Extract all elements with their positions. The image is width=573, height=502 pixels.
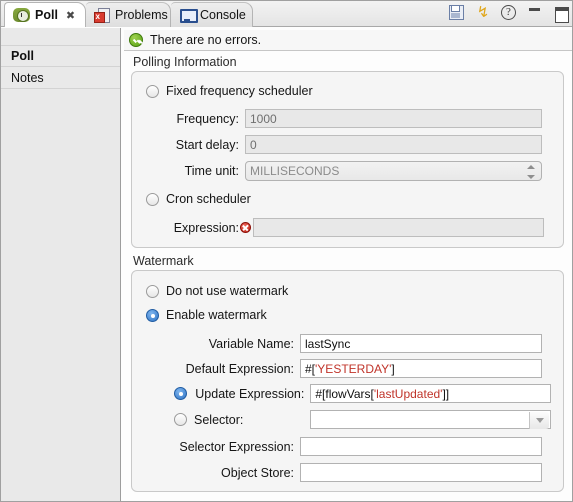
tab-console-label: Console xyxy=(200,8,246,22)
selector-label: Selector: xyxy=(194,412,244,427)
radio-indicator xyxy=(146,308,159,322)
selector-expression-row: Selector Expression: xyxy=(146,437,551,456)
time-unit-select[interactable]: MILLISECONDS xyxy=(245,161,542,181)
enable-watermark-radio[interactable]: Enable watermark xyxy=(146,308,267,322)
variable-name-label: Variable Name: xyxy=(208,336,294,351)
frequency-label: Frequency: xyxy=(176,111,239,126)
polling-information-group: Polling Information Fixed frequency sche… xyxy=(131,55,564,248)
clock-icon xyxy=(13,8,30,22)
minimize-button[interactable] xyxy=(526,4,544,22)
tab-poll-label: Poll xyxy=(35,8,58,22)
maximize-button[interactable] xyxy=(552,4,570,23)
radio-indicator xyxy=(146,284,159,298)
frequency-input[interactable]: 1000 xyxy=(245,109,542,128)
expr-suffix: ] xyxy=(391,361,395,376)
cron-scheduler-radio[interactable]: Cron scheduler xyxy=(146,192,251,206)
tab-console[interactable]: Console xyxy=(171,2,253,27)
radio-indicator xyxy=(146,192,159,206)
default-expression-input[interactable]: #['YESTERDAY'] xyxy=(300,359,542,378)
expr-string: 'lastUpdated' xyxy=(373,386,443,401)
expr-prefix: #[ xyxy=(305,361,316,376)
polling-information-title: Polling Information xyxy=(133,55,237,69)
status-message: There are no errors. xyxy=(150,33,262,47)
save-button[interactable] xyxy=(448,4,466,22)
selector-expression-label: Selector Expression: xyxy=(179,439,294,454)
poll-configuration-window: Poll ✖ x Problems Console ↯ ? Poll Notes xyxy=(0,0,573,502)
synchronize-icon[interactable]: ↯ xyxy=(474,4,492,22)
error-decorator-icon xyxy=(240,222,251,233)
default-expression-label: Default Expression: xyxy=(185,361,294,376)
selector-radio[interactable] xyxy=(174,413,187,426)
selector-expression-input[interactable] xyxy=(300,437,542,456)
console-icon xyxy=(179,7,198,23)
sidebar-item-label: Notes xyxy=(11,70,44,85)
variable-name-row: Variable Name: lastSync xyxy=(146,334,551,353)
watermark-group: Watermark Do not use watermark Enable wa… xyxy=(131,254,564,492)
sidebar-item-label: Poll xyxy=(11,49,34,63)
status-bar: There are no errors. xyxy=(124,30,572,51)
sidebar-item-notes[interactable]: Notes xyxy=(1,67,120,89)
radio-indicator xyxy=(146,84,159,98)
close-icon[interactable]: ✖ xyxy=(66,9,75,22)
tab-problems[interactable]: x Problems xyxy=(86,2,171,27)
watermark-title: Watermark xyxy=(133,254,194,268)
update-expression-input[interactable]: #[flowVars['lastUpdated']] xyxy=(310,384,551,403)
fixed-frequency-scheduler-label: Fixed frequency scheduler xyxy=(166,84,313,98)
expr-prefix: #[flowVars[ xyxy=(315,386,374,401)
start-delay-input[interactable]: 0 xyxy=(245,135,542,154)
main-panel: There are no errors. Polling Information… xyxy=(122,28,572,501)
update-expression-row: Update Expression: #[flowVars['lastUpdat… xyxy=(146,384,551,403)
problems-icon: x xyxy=(94,7,110,23)
selector-select[interactable] xyxy=(310,410,551,429)
selector-row: Selector: xyxy=(146,410,551,429)
cron-scheduler-label: Cron scheduler xyxy=(166,192,251,206)
do-not-use-watermark-label: Do not use watermark xyxy=(166,284,289,298)
update-expression-label: Update Expression: xyxy=(195,386,305,401)
start-delay-row: Start delay: 0 xyxy=(146,135,551,154)
object-store-row: Object Store: xyxy=(146,463,551,482)
object-store-label: Object Store: xyxy=(221,465,294,480)
tab-problems-label: Problems xyxy=(115,8,168,22)
do-not-use-watermark-radio[interactable]: Do not use watermark xyxy=(146,284,288,298)
expr-string: 'YESTERDAY' xyxy=(315,361,392,376)
cron-expression-label: Expression: xyxy=(173,220,239,235)
tab-bar: Poll ✖ x Problems Console ↯ ? xyxy=(1,1,572,27)
variable-name-input[interactable]: lastSync xyxy=(300,334,542,353)
tab-poll[interactable]: Poll ✖ xyxy=(4,2,86,27)
frequency-row: Frequency: 1000 xyxy=(146,109,551,128)
view-toolbar: ↯ ? xyxy=(448,4,570,23)
stepper-icon xyxy=(526,165,535,179)
cron-expression-row: Expression: xyxy=(146,218,551,237)
cron-expression-input[interactable] xyxy=(253,218,544,237)
time-unit-row: Time unit: MILLISECONDS xyxy=(146,161,551,181)
sidebar: Poll Notes xyxy=(1,28,121,501)
time-unit-value: MILLISECONDS xyxy=(250,164,340,178)
help-button[interactable]: ? xyxy=(500,4,518,22)
object-store-input[interactable] xyxy=(300,463,542,482)
fixed-frequency-scheduler-radio[interactable]: Fixed frequency scheduler xyxy=(146,84,313,98)
start-delay-label: Start delay: xyxy=(175,137,239,152)
time-unit-label: Time unit: xyxy=(184,164,239,178)
sidebar-item-poll[interactable]: Poll xyxy=(1,45,120,67)
ok-icon xyxy=(129,33,143,47)
expr-suffix: ]] xyxy=(442,386,450,401)
update-expression-radio[interactable] xyxy=(174,387,187,400)
default-expression-row: Default Expression: #['YESTERDAY'] xyxy=(146,359,551,378)
chevron-down-icon[interactable] xyxy=(529,412,549,429)
enable-watermark-label: Enable watermark xyxy=(166,308,267,322)
